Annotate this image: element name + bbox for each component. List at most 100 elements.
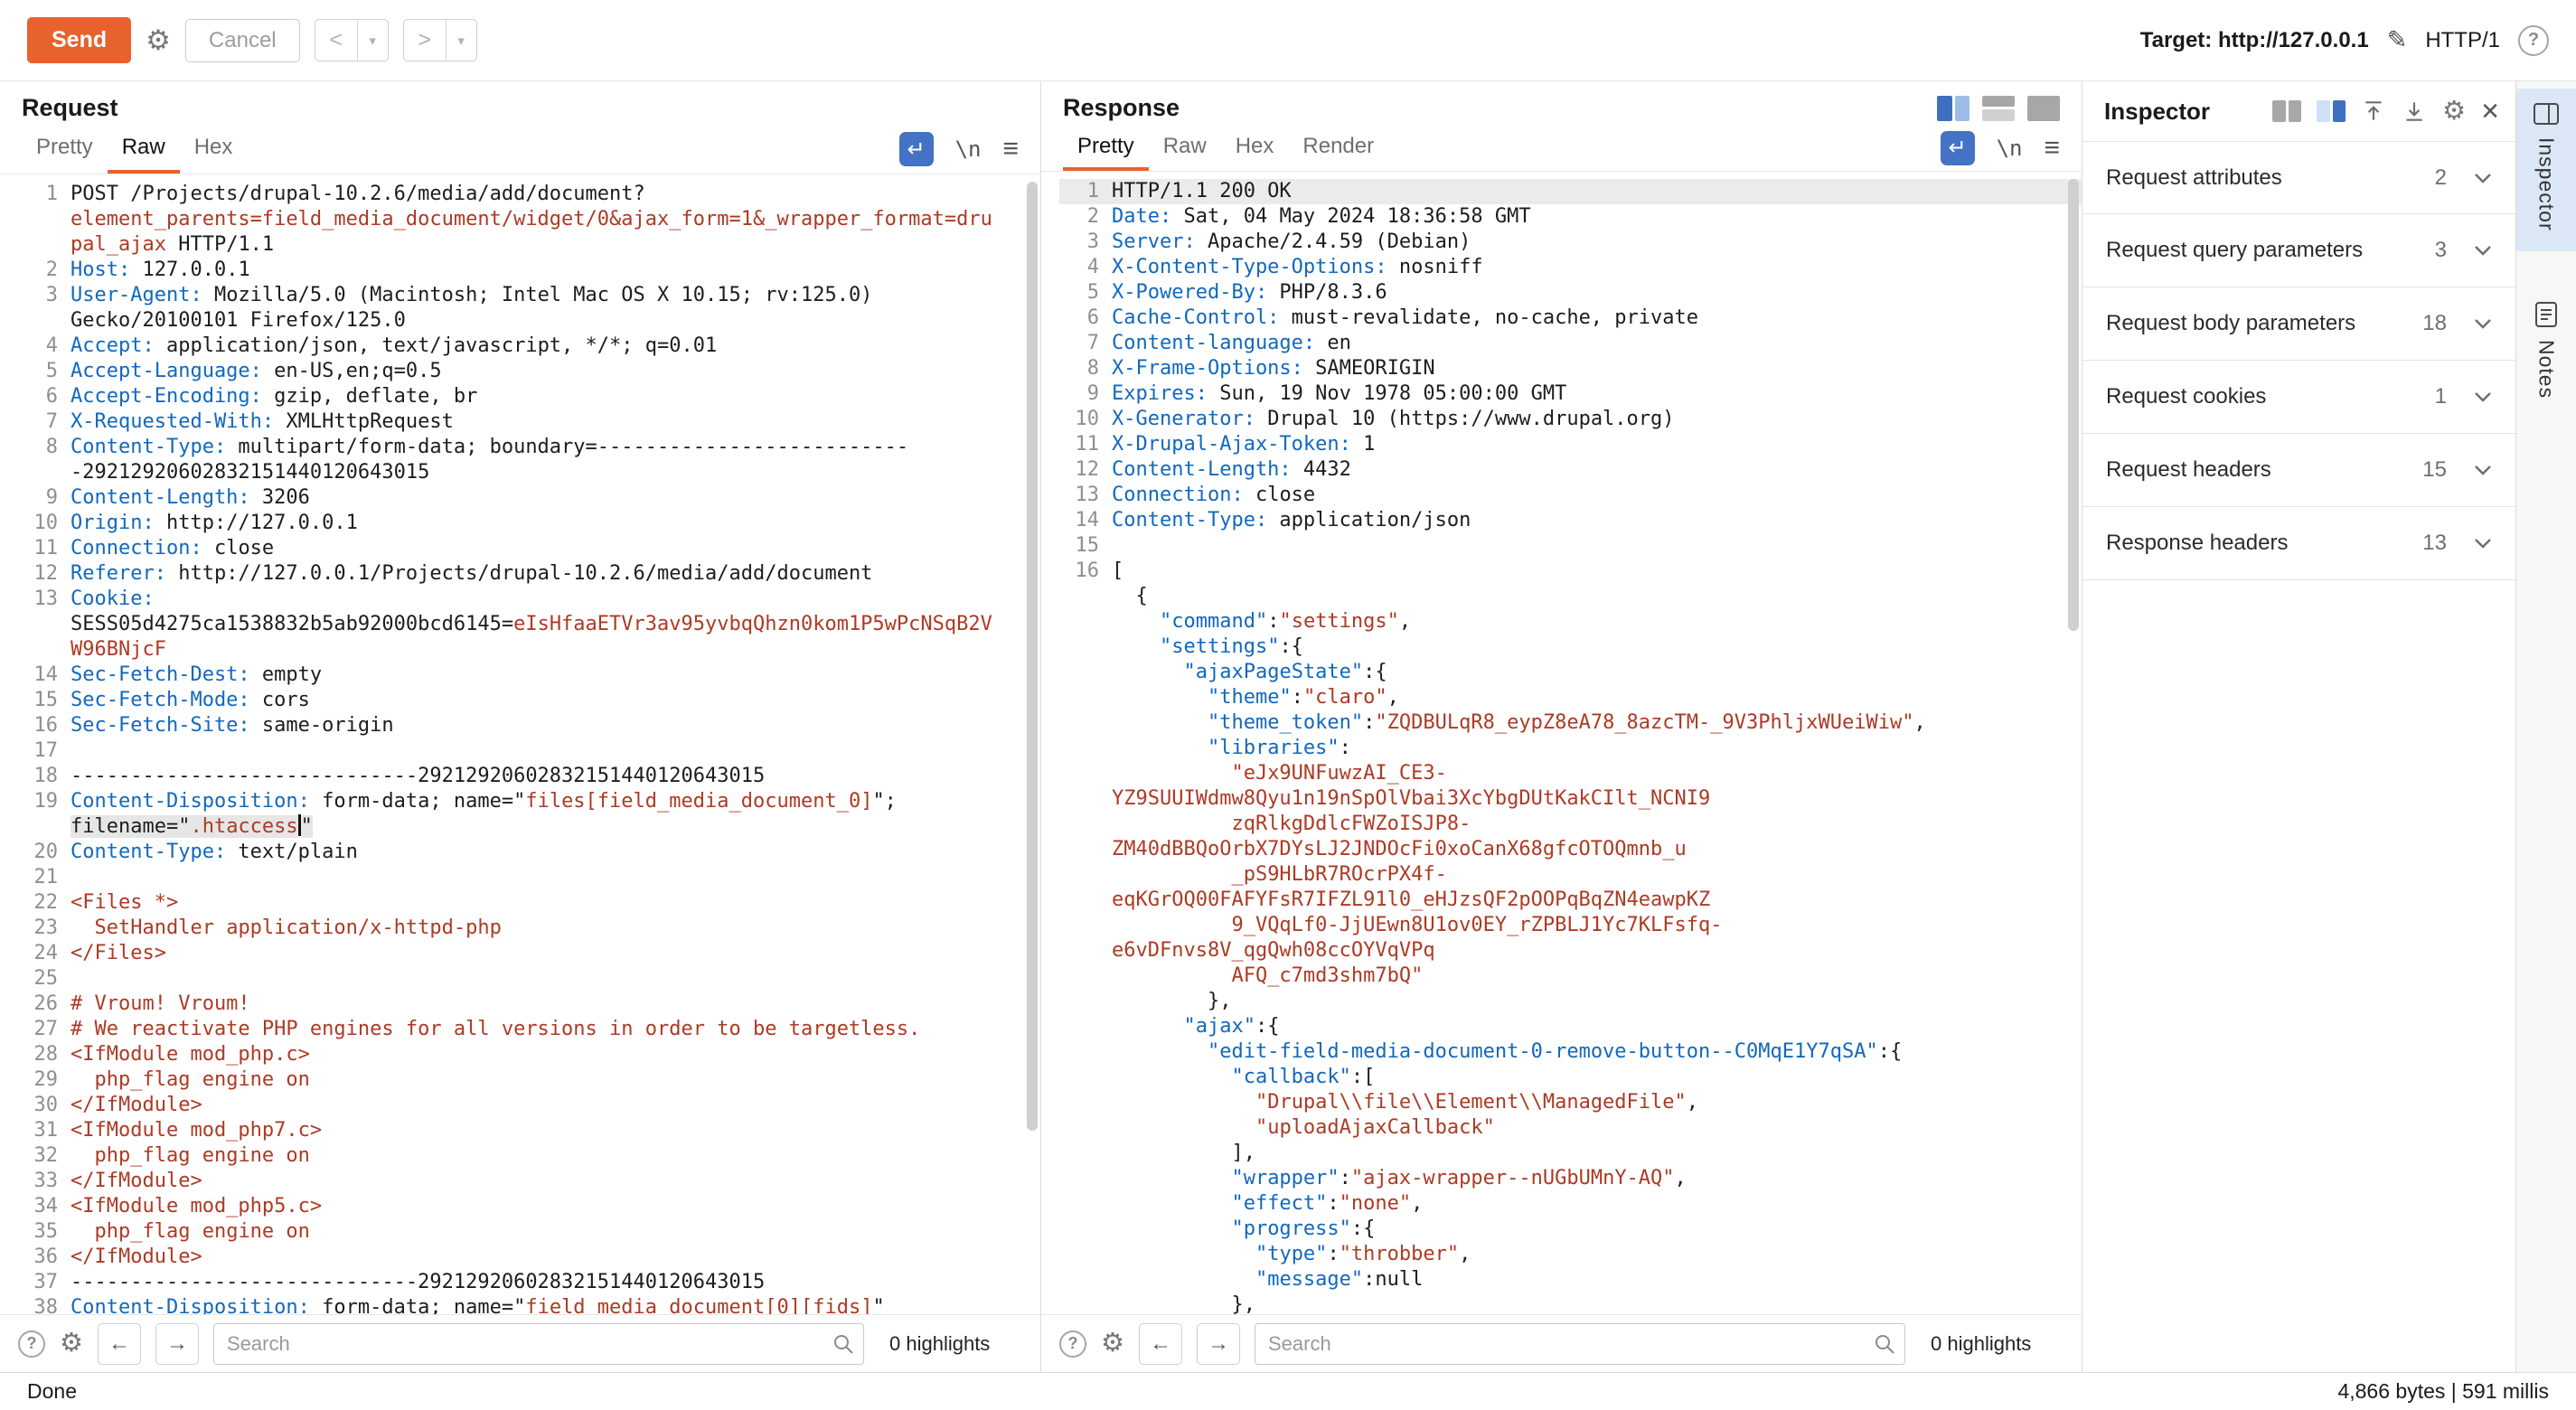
search-settings-icon[interactable]: ⚙: [60, 1330, 83, 1357]
inspector-dock-right-icon[interactable]: [2317, 100, 2346, 122]
word-wrap-toggle-icon[interactable]: ↵: [899, 132, 934, 166]
line-number: [1059, 1090, 1099, 1115]
inspector-section-request-attributes[interactable]: Request attributes2: [2082, 141, 2515, 214]
cancel-button[interactable]: Cancel: [185, 19, 300, 62]
help-icon[interactable]: ?: [2518, 25, 2549, 56]
code-segment: [1112, 1268, 1255, 1291]
code-line-content: X-Frame-Options: SAMEORIGIN: [1112, 356, 2082, 381]
main-area: Request PrettyRawHex ↵ \n ≡ 1POST /Proje…: [0, 81, 2576, 1372]
inspector-settings-icon[interactable]: ⚙: [2442, 99, 2466, 125]
side-tab-notes[interactable]: Notes: [2516, 287, 2576, 418]
search-input[interactable]: [1255, 1323, 1905, 1365]
code-line-content: zqRlkgDdlcFWZoISJP8-ZM40dBBQoOrbX7DYsLJ2…: [1112, 812, 2082, 862]
tab-raw[interactable]: Raw: [108, 126, 180, 174]
inspector-section-request-cookies[interactable]: Request cookies1: [2082, 361, 2515, 434]
inspector-close-icon[interactable]: ×: [2481, 96, 2499, 127]
inspector-dock-left-icon[interactable]: [2272, 100, 2301, 122]
response-scrollbar[interactable]: [2068, 179, 2079, 631]
code-segment: :{: [1279, 635, 1303, 658]
line-number: 34: [18, 1194, 58, 1219]
code-line-content: X-Requested-With: XMLHttpRequest: [71, 409, 1040, 435]
code-segment: [: [1112, 559, 1123, 582]
code-segment: ,: [1387, 686, 1399, 709]
code-segment: X-Powered-By:: [1112, 281, 1267, 304]
tab-hex[interactable]: Hex: [1221, 126, 1289, 171]
code-segment: gzip, deflate, br: [262, 385, 477, 408]
search-input[interactable]: [213, 1323, 864, 1365]
expand-all-icon[interactable]: [2402, 99, 2427, 124]
code-segment: cors: [250, 689, 310, 711]
history-back-dropdown-icon[interactable]: ▾: [358, 20, 388, 61]
line-number: [1059, 736, 1099, 761]
code-line-content: X-Content-Type-Options: nosniff: [1112, 255, 2082, 280]
search-next-button[interactable]: →: [1197, 1323, 1240, 1365]
code-line: "progress":{: [1059, 1217, 2082, 1242]
repeater-window: { "icons": { "gear": "⚙", "help": "?", "…: [0, 0, 2576, 1410]
chevron-down-icon: [2474, 245, 2492, 256]
tab-pretty[interactable]: Pretty: [1063, 126, 1149, 171]
code-line: 8Content-Type: multipart/form-data; boun…: [18, 435, 1040, 485]
line-number: 37: [18, 1270, 58, 1295]
code-line-content: <Files *>: [71, 890, 1040, 916]
code-line-content: "ajax":{: [1112, 1014, 2082, 1039]
side-tab-inspector[interactable]: Inspector: [2516, 89, 2576, 251]
search-help-icon[interactable]: ?: [18, 1330, 45, 1358]
collapse-all-icon[interactable]: [2361, 99, 2386, 124]
line-number: [1059, 1065, 1099, 1090]
code-line: 37 -----------------------------292129206…: [18, 1270, 1040, 1295]
line-number: 9: [18, 485, 58, 511]
history-back-button[interactable]: <: [315, 20, 358, 61]
code-line: "theme":"claro",: [1059, 685, 2082, 710]
tab-render[interactable]: Render: [1288, 126, 1388, 171]
inspector-section-request-headers[interactable]: Request headers15: [2082, 434, 2515, 507]
tab-pretty[interactable]: Pretty: [22, 126, 108, 174]
target-value: http://127.0.0.1: [2218, 28, 2369, 52]
request-scrollbar[interactable]: [1027, 182, 1038, 1131]
code-line: 14Content-Type: application/json: [1059, 508, 2082, 533]
request-panel: Request PrettyRawHex ↵ \n ≡ 1POST /Proje…: [0, 81, 1041, 1372]
search-help-icon[interactable]: ?: [1059, 1330, 1086, 1358]
code-segment: "edit-field-media-document-0-remove-butt…: [1208, 1040, 1878, 1063]
code-segment: "uploadAjaxCallback": [1255, 1116, 1495, 1139]
response-editor[interactable]: 1HTTP/1.1 200 OK2Date: Sat, 04 May 2024 …: [1041, 172, 2082, 1314]
code-segment: Cookie:: [71, 588, 155, 610]
inspector-section-request-body-parameters[interactable]: Request body parameters18: [2082, 287, 2515, 361]
layout-columns-icon[interactable]: [1937, 96, 1970, 121]
http-version-selector[interactable]: HTTP/1: [2425, 28, 2500, 53]
section-count: 2: [2435, 165, 2447, 191]
inspector-section-request-query-parameters[interactable]: Request query parameters3: [2082, 214, 2515, 287]
show-newlines-toggle-icon[interactable]: \n: [955, 136, 982, 162]
search-prev-button[interactable]: ←: [98, 1323, 141, 1365]
request-editor[interactable]: 1POST /Projects/drupal-10.2.6/media/add/…: [0, 174, 1040, 1314]
code-segment: ": [872, 1296, 884, 1314]
editor-menu-icon[interactable]: ≡: [1002, 134, 1019, 164]
code-line: 26# Vroum! Vroum!: [18, 992, 1040, 1017]
highlights-count: 0 highlights: [1931, 1332, 2031, 1356]
line-number: 15: [18, 688, 58, 713]
history-forward-button[interactable]: >: [404, 20, 447, 61]
word-wrap-toggle-icon[interactable]: ↵: [1941, 131, 1975, 165]
inspector-section-response-headers[interactable]: Response headers13: [2082, 507, 2515, 580]
code-segment: ,: [1913, 711, 1925, 734]
code-segment: -----------------------------29212920602…: [71, 1271, 765, 1293]
code-segment: Content-Disposition:: [71, 790, 310, 813]
code-line: 3Server: Apache/2.4.59 (Debian): [1059, 230, 2082, 255]
layout-single-icon[interactable]: [2027, 96, 2060, 121]
search-next-button[interactable]: →: [155, 1323, 199, 1365]
editor-menu-icon[interactable]: ≡: [2044, 133, 2060, 164]
line-number: 1: [18, 182, 58, 258]
code-segment: Cache-Control:: [1112, 306, 1279, 329]
tab-raw[interactable]: Raw: [1149, 126, 1221, 171]
history-forward-dropdown-icon[interactable]: ▾: [447, 20, 476, 61]
edit-target-icon[interactable]: ✎: [2387, 26, 2408, 54]
toolbar-right: Target: http://127.0.0.1 ✎ HTTP/1 ?: [2140, 25, 2549, 56]
send-button[interactable]: Send: [27, 17, 131, 63]
layout-rows-icon[interactable]: [1982, 96, 2015, 121]
search-prev-button[interactable]: ←: [1139, 1323, 1182, 1365]
show-newlines-toggle-icon[interactable]: \n: [1997, 136, 2023, 161]
code-line: 2Host: 127.0.0.1: [18, 258, 1040, 283]
search-settings-icon[interactable]: ⚙: [1101, 1330, 1124, 1357]
tab-hex[interactable]: Hex: [180, 126, 248, 174]
line-number: [1059, 1141, 1099, 1166]
request-settings-gear-icon[interactable]: ⚙: [146, 26, 171, 54]
